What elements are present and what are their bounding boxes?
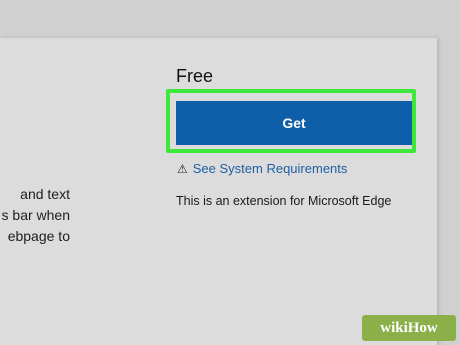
- watermark-text: wikiHow: [380, 319, 438, 336]
- description-line: ebpage to: [7, 228, 70, 244]
- wikihow-watermark: wikiHow: [362, 315, 456, 341]
- description-line: s bar when: [1, 207, 70, 223]
- description-text: and text s bar when ebpage to: [0, 184, 120, 247]
- system-requirements-link[interactable]: ⚠ See System Requirements: [177, 161, 347, 176]
- system-requirements-label[interactable]: See System Requirements: [193, 161, 348, 176]
- warning-triangle-icon: ⚠: [177, 161, 188, 176]
- description-line: and text: [20, 186, 70, 202]
- get-button[interactable]: Get: [176, 101, 412, 145]
- store-listing-screen: and text s bar when ebpage to Free Get ⚠…: [0, 0, 460, 345]
- price-label: Free: [176, 66, 214, 86]
- extension-note: This is an extension for Microsoft Edge: [176, 194, 392, 208]
